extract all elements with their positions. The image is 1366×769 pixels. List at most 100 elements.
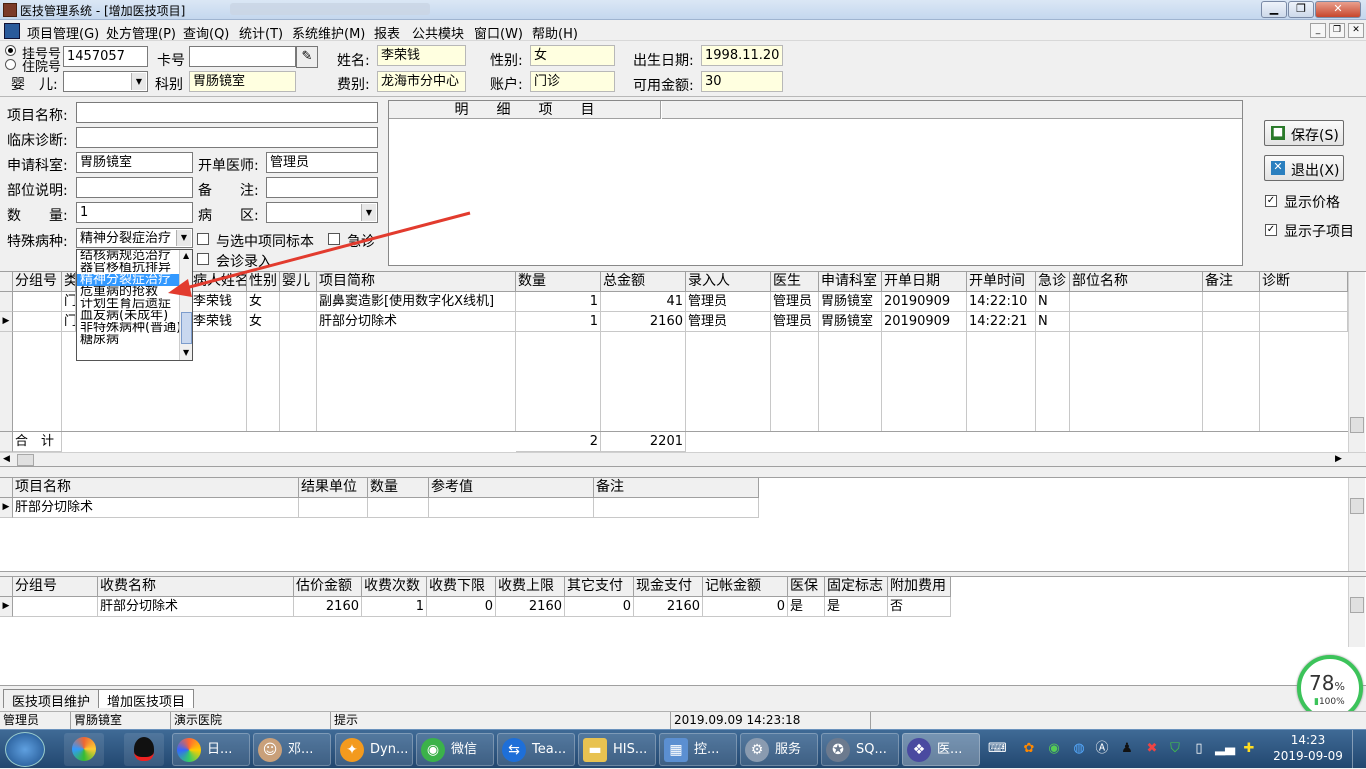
row-indicator[interactable] xyxy=(0,292,13,312)
table-cell[interactable]: 管理员 xyxy=(686,292,771,312)
show-price-checkbox[interactable]: ✓ xyxy=(1265,195,1277,207)
remark-input[interactable] xyxy=(266,177,378,198)
menu-project[interactable]: 项目管理(G) xyxy=(27,23,99,42)
scroll-down-icon[interactable]: ▼ xyxy=(183,348,189,357)
menu-window[interactable]: 窗口(W) xyxy=(474,23,523,42)
scroll-left-icon[interactable]: ◀ xyxy=(3,454,10,464)
close-button[interactable]: ✕ xyxy=(1315,1,1361,18)
card-reader-button[interactable]: ✎ xyxy=(296,46,318,68)
register-no-radio[interactable] xyxy=(5,45,16,56)
infant-select[interactable]: ▼ xyxy=(63,71,148,92)
table-cell[interactable] xyxy=(1260,292,1348,312)
table-cell[interactable] xyxy=(1070,292,1203,312)
col-quantity[interactable]: 数量 xyxy=(516,272,601,292)
scrollbar-thumb[interactable] xyxy=(1350,498,1364,514)
table-cell[interactable]: 胃肠镜室 xyxy=(819,312,882,332)
dropdown-option[interactable]: 非特殊病种(普通) xyxy=(77,322,179,334)
tray-a-icon[interactable]: Ⓐ xyxy=(1093,730,1111,769)
table-cell[interactable]: 0 xyxy=(427,597,496,617)
menu-help[interactable]: 帮助(H) xyxy=(532,23,578,42)
col-part-name[interactable]: 部位名称 xyxy=(1070,272,1203,292)
main-table-horizontal-scrollbar[interactable]: ◀ ▶ xyxy=(0,452,1366,466)
start-button[interactable] xyxy=(5,732,45,767)
current-row-indicator[interactable]: ▶ xyxy=(0,498,13,518)
taskbar-item[interactable]: 日... xyxy=(172,733,250,766)
sub-table-vertical-scrollbar[interactable] xyxy=(1348,478,1365,571)
col-urgent[interactable]: 急诊 xyxy=(1036,272,1070,292)
doctor-input[interactable]: 管理员 xyxy=(266,152,378,173)
tray-shield-icon[interactable]: ⛉ xyxy=(1166,730,1184,769)
col-cash-payment[interactable]: 现金支付 xyxy=(634,577,703,597)
col-result-unit[interactable]: 结果单位 xyxy=(299,478,368,498)
col-quantity[interactable]: 数量 xyxy=(368,478,429,498)
col-account-amount[interactable]: 记帐金额 xyxy=(703,577,788,597)
table-cell[interactable]: 14:22:10 xyxy=(967,292,1036,312)
col-charge-count[interactable]: 收费次数 xyxy=(362,577,427,597)
taskbar-item[interactable]: ▦ 控... xyxy=(659,733,737,766)
col-other-payment[interactable]: 其它支付 xyxy=(565,577,634,597)
apply-dept-input[interactable]: 胃肠镜室 xyxy=(76,152,193,173)
table-cell[interactable] xyxy=(280,312,317,332)
restore-button[interactable]: ❐ xyxy=(1288,1,1314,18)
table-cell[interactable]: 管理员 xyxy=(686,312,771,332)
table-cell[interactable]: 肝部分切除术 xyxy=(13,498,299,518)
tray-chat-icon[interactable]: ◍ xyxy=(1070,730,1088,769)
table-cell[interactable]: 0 xyxy=(565,597,634,617)
table-cell[interactable] xyxy=(13,597,98,617)
dropdown-option[interactable]: 糖尿病 xyxy=(77,334,179,346)
table-cell[interactable]: 41 xyxy=(601,292,686,312)
table-cell[interactable] xyxy=(1203,292,1260,312)
table-cell[interactable]: 2160 xyxy=(634,597,703,617)
current-row-indicator[interactable]: ▶ xyxy=(0,597,13,617)
taskbar-item[interactable]: ✪ SQ... xyxy=(821,733,899,766)
col-doctor[interactable]: 医生 xyxy=(771,272,819,292)
table-cell[interactable]: 2160 xyxy=(294,597,362,617)
menu-system[interactable]: 系统维护(M) xyxy=(292,23,365,42)
item-name-input[interactable] xyxy=(76,102,378,123)
table-cell[interactable]: 20190909 xyxy=(882,292,967,312)
register-no-input[interactable]: 1457057 xyxy=(63,46,148,67)
table-cell[interactable] xyxy=(368,498,429,518)
table-cell[interactable]: 肝部分切除术 xyxy=(317,312,516,332)
table-cell[interactable]: 管理员 xyxy=(771,312,819,332)
table-cell[interactable]: 女 xyxy=(247,312,280,332)
dropdown-option[interactable]: 血友病(未成年) xyxy=(77,310,179,322)
scroll-right-icon[interactable]: ▶ xyxy=(1335,454,1342,464)
table-cell[interactable]: 胃肠镜室 xyxy=(819,292,882,312)
scrollbar-thumb[interactable] xyxy=(1350,597,1364,613)
table-cell[interactable]: 0 xyxy=(703,597,788,617)
col-charge-min[interactable]: 收费下限 xyxy=(427,577,496,597)
tray-wechat-icon[interactable]: ◉ xyxy=(1045,730,1063,769)
taskbar-item-active[interactable]: ❖ 医... xyxy=(902,733,980,766)
table-cell[interactable]: N xyxy=(1036,292,1070,312)
col-estimated-amount[interactable]: 估价金额 xyxy=(294,577,362,597)
mdi-restore-button[interactable]: ❐ xyxy=(1329,23,1345,38)
exit-button[interactable]: ✕ 退出(X) xyxy=(1264,155,1344,181)
table-cell[interactable]: 管理员 xyxy=(771,292,819,312)
part-input[interactable] xyxy=(76,177,193,198)
col-order-time[interactable]: 开单时间 xyxy=(967,272,1036,292)
col-remark[interactable]: 备注 xyxy=(1203,272,1260,292)
pinned-qq-icon[interactable] xyxy=(124,733,164,766)
col-diagnosis[interactable]: 诊断 xyxy=(1260,272,1348,292)
taskbar-item[interactable]: ◉ 微信 xyxy=(416,733,494,766)
table-cell[interactable]: 否 xyxy=(888,597,951,617)
table-cell[interactable]: 门 xyxy=(62,292,76,312)
col-fee-name[interactable]: 收费名称 xyxy=(98,577,294,597)
fee-table-vertical-scrollbar[interactable] xyxy=(1348,577,1365,647)
taskbar-item[interactable]: ☺ 邓... xyxy=(253,733,331,766)
col-apply-dept[interactable]: 申请科室 xyxy=(819,272,882,292)
menu-stats[interactable]: 统计(T) xyxy=(239,23,283,42)
col-order-date[interactable]: 开单日期 xyxy=(882,272,967,292)
table-cell[interactable] xyxy=(13,292,62,312)
table-cell[interactable]: 是 xyxy=(788,597,825,617)
tray-usb-icon[interactable]: ▯ xyxy=(1190,730,1208,769)
table-cell[interactable] xyxy=(299,498,368,518)
scrollbar-thumb[interactable] xyxy=(181,312,192,344)
table-cell[interactable]: 是 xyxy=(825,597,888,617)
taskbar-item[interactable]: ⚙ 服务 xyxy=(740,733,818,766)
menu-prescription[interactable]: 处方管理(P) xyxy=(106,23,176,42)
diagnosis-input[interactable] xyxy=(76,127,378,148)
minimize-button[interactable]: ▁ xyxy=(1261,1,1287,18)
table-cell[interactable] xyxy=(13,312,62,332)
